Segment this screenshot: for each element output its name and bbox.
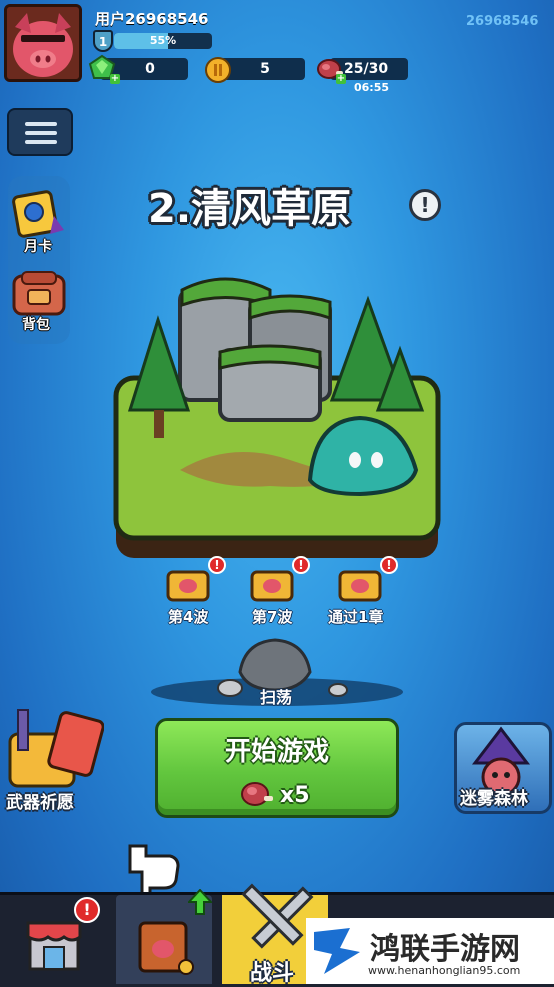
backpack-button[interactable]: 背包: [8, 268, 70, 338]
level-badge: 1: [93, 30, 113, 52]
sweep-button[interactable]: 扫荡: [260, 684, 292, 708]
stamina-count: 25/30: [344, 61, 389, 77]
weapon-chest-icon: [8, 709, 104, 788]
stage-island-illustration[interactable]: [110, 260, 444, 562]
weapon-pray-button[interactable]: 武器祈愿: [2, 700, 106, 814]
reward-label: 第7波: [252, 608, 293, 626]
battle-tab-label: 战斗: [250, 961, 295, 986]
monthly-card-label: 月卡: [24, 239, 52, 255]
meat-icon: [241, 782, 273, 806]
player-avatar[interactable]: [4, 4, 82, 82]
chest-icon: [338, 570, 382, 602]
nav-shop-tab[interactable]: !: [0, 895, 110, 984]
shop-icon: [26, 921, 82, 971]
player-id-corner: 26968546: [466, 14, 539, 29]
pointer-hand-icon: [128, 844, 180, 900]
alert-badge-icon: !: [380, 556, 398, 574]
watermark-url: www.henanhonglian95.com: [368, 964, 521, 977]
backpack-label: 背包: [22, 317, 50, 333]
start-game-button[interactable]: 开始游戏 x5: [155, 718, 399, 818]
menu-icon-line: [25, 131, 57, 135]
pig-avatar-icon: [7, 7, 79, 79]
alert-badge-icon: !: [292, 556, 310, 574]
menu-button[interactable]: [7, 108, 73, 156]
menu-icon-line: [25, 140, 57, 144]
alert-badge-icon: !: [74, 897, 100, 923]
backpack-icon: [12, 271, 66, 316]
chest-icon: [250, 570, 294, 602]
card-icon: [12, 190, 64, 238]
start-game-label: 开始游戏: [224, 737, 329, 767]
stage-title: 2.清风草原: [148, 186, 352, 232]
stamina-cost: x5: [280, 783, 310, 808]
watermark-name: 鸿联手游网: [370, 932, 520, 967]
mist-forest-button[interactable]: 迷雾森林: [452, 720, 552, 816]
stage-info-icon[interactable]: !: [409, 189, 441, 221]
chest-icon: [166, 570, 210, 602]
reward-chest-wave-7[interactable]: ! 第7波: [244, 556, 310, 626]
nav-equipment-tab[interactable]: [116, 889, 212, 984]
alert-badge-icon: !: [208, 556, 226, 574]
watermark-logo-icon: [314, 928, 360, 974]
upgrade-arrow-icon: [188, 889, 212, 915]
username: 用户26968546: [95, 10, 209, 28]
add-gems-icon[interactable]: +: [110, 74, 120, 84]
reward-label: 通过1章: [328, 608, 384, 626]
crossed-swords-icon: [241, 883, 314, 949]
xp-percent: 55%: [149, 34, 177, 47]
reward-label: 第4波: [168, 608, 209, 626]
reward-chest-chapter-1[interactable]: ! 通过1章: [326, 556, 400, 626]
reward-chest-wave-4[interactable]: ! 第4波: [160, 556, 226, 626]
mist-forest-label: 迷雾森林: [460, 789, 528, 809]
add-stamina-icon[interactable]: +: [336, 74, 346, 84]
weapon-pray-label: 武器祈愿: [6, 793, 74, 813]
menu-icon: [25, 122, 57, 126]
stamina-timer: 06:55: [354, 81, 390, 94]
monthly-card-button[interactable]: 月卡: [10, 190, 70, 260]
book-upgrade-icon: [138, 921, 194, 975]
site-watermark: 鸿联手游网 www.henanhonglian95.com: [306, 918, 554, 984]
coin-icon: [205, 57, 231, 83]
